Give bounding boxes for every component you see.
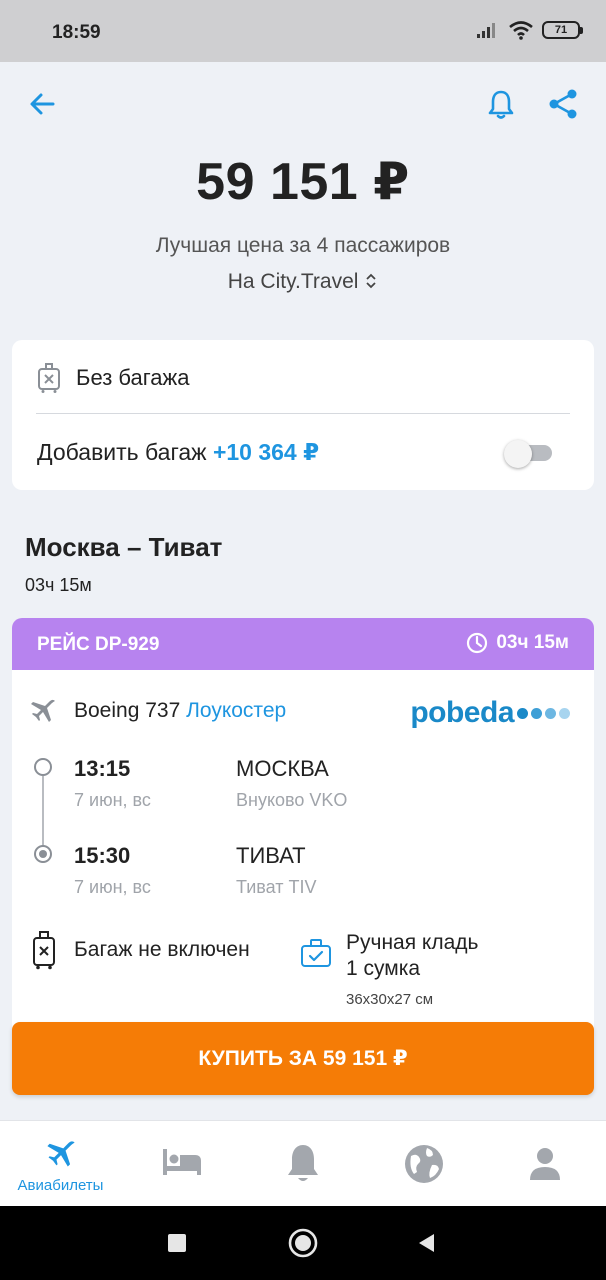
person-icon [529, 1148, 560, 1180]
tab-subscriptions[interactable] [242, 1121, 363, 1207]
price-subtitle: Лучшая цена за 4 пассажиров [155, 234, 451, 257]
signal-icon [477, 23, 495, 38]
battery-indicator: 71 [542, 21, 583, 39]
baggage-card: Без багажа Добавить багаж +10 364 ₽ [12, 340, 594, 490]
add-baggage-label: Добавить багаж [37, 439, 207, 465]
flight-header: РЕЙС DP-929 03ч 15м [12, 618, 594, 670]
recents-button[interactable] [162, 1228, 192, 1258]
bell-icon [488, 90, 514, 119]
no-baggage-label: Без багажа [76, 365, 190, 390]
toggle-knob [504, 440, 532, 468]
logo-dot [559, 707, 570, 719]
back-triangle-icon [419, 1234, 434, 1252]
tab-explore[interactable] [363, 1121, 484, 1207]
departure-time: 13:15 [74, 756, 131, 781]
tab-flights-label: Авиабилеты [17, 1177, 104, 1194]
flight-number: РЕЙС DP-929 [37, 634, 160, 655]
add-baggage-price: +10 364 ₽ [212, 439, 320, 465]
airplane-icon [46, 1141, 75, 1167]
agency-label: На City.Travel [227, 270, 359, 293]
suitcase-crossed-icon [38, 363, 60, 393]
airline-logo: pobeda [410, 696, 570, 730]
hand-luggage-count: 1 сумка [346, 957, 421, 980]
hand-luggage-title: Ручная кладь [346, 931, 479, 954]
home-button[interactable] [288, 1228, 318, 1258]
share-button[interactable] [543, 84, 583, 124]
departure-point-icon [34, 758, 52, 776]
globe-icon [404, 1145, 443, 1183]
divider [36, 413, 570, 414]
back-button[interactable] [22, 84, 62, 124]
back-nav-button[interactable] [412, 1228, 442, 1258]
logo-dot [531, 707, 542, 719]
bell-icon [287, 1145, 318, 1181]
status-icons: 71 [476, 20, 583, 40]
arrival-date: 7 июн, вс [74, 877, 151, 897]
arrival-city: ТИВАТ [236, 843, 306, 868]
clock-icon [467, 632, 488, 654]
aircraft-model: Boeing 737 [74, 699, 181, 722]
back-arrow-icon [30, 93, 55, 115]
airplane-icon [31, 699, 55, 722]
flight-duration-value: 03ч 15м [496, 632, 569, 653]
flight-duration: 03ч 15м [466, 632, 569, 654]
square-icon [168, 1234, 186, 1252]
bed-icon [162, 1149, 201, 1175]
departure-city: МОСКВА [236, 756, 329, 781]
status-bar: 18:59 71 [0, 0, 606, 62]
hand-luggage-text: Ручная кладь 1 сумка [346, 930, 478, 982]
flight-card: РЕЙС DP-929 03ч 15м Boeing 737 Лоукостер… [12, 618, 594, 1038]
wifi-icon [509, 21, 533, 40]
logo-dot [545, 707, 556, 719]
arrival-point-icon [34, 845, 52, 863]
arrival-airport: Тиват TIV [236, 877, 317, 897]
hand-luggage-check-icon [301, 939, 331, 967]
hand-luggage-size: 36x30x27 см [346, 991, 434, 1008]
suitcase-crossed-icon [33, 931, 55, 970]
notifications-button[interactable] [481, 84, 521, 124]
timeline-line [42, 776, 44, 846]
tab-hotels[interactable] [121, 1121, 242, 1207]
arrival-time: 15:30 [74, 843, 131, 868]
agency-selector[interactable]: На City.Travel [0, 270, 606, 294]
add-baggage-toggle[interactable] [504, 440, 552, 468]
share-icon [549, 89, 577, 119]
system-navigation-bar [0, 1206, 606, 1280]
aircraft-row: Boeing 737 Лоукостер [28, 696, 286, 726]
baggage-info-label: Багаж не включен [74, 938, 250, 961]
home-circle-icon [288, 1228, 318, 1258]
bottom-tabbar: Авиабилеты [0, 1120, 606, 1206]
departure-date: 7 июн, вс [74, 790, 151, 810]
logo-dot [517, 707, 528, 719]
airline-logo-text: pobeda [410, 696, 514, 729]
departure-airport: Внуково VKO [236, 790, 348, 810]
tab-flights[interactable]: Авиабилеты [0, 1121, 121, 1207]
tab-profile[interactable] [484, 1121, 605, 1207]
buy-button[interactable]: КУПИТЬ ЗА 59 151 ₽ [12, 1022, 594, 1095]
route-duration: 03ч 15м [25, 575, 92, 595]
no-baggage-row: Без багажа [36, 362, 189, 394]
total-price: 59 151 ₽ [196, 153, 410, 211]
up-down-chevron-icon [366, 273, 376, 289]
add-baggage-row: Добавить багаж +10 364 ₽ [37, 439, 319, 466]
baggage-info: Багаж не включен [32, 930, 250, 970]
status-time: 18:59 [52, 22, 101, 43]
route-title: Москва – Тиват [25, 532, 223, 562]
carrier-type: Лоукостер [186, 699, 287, 722]
